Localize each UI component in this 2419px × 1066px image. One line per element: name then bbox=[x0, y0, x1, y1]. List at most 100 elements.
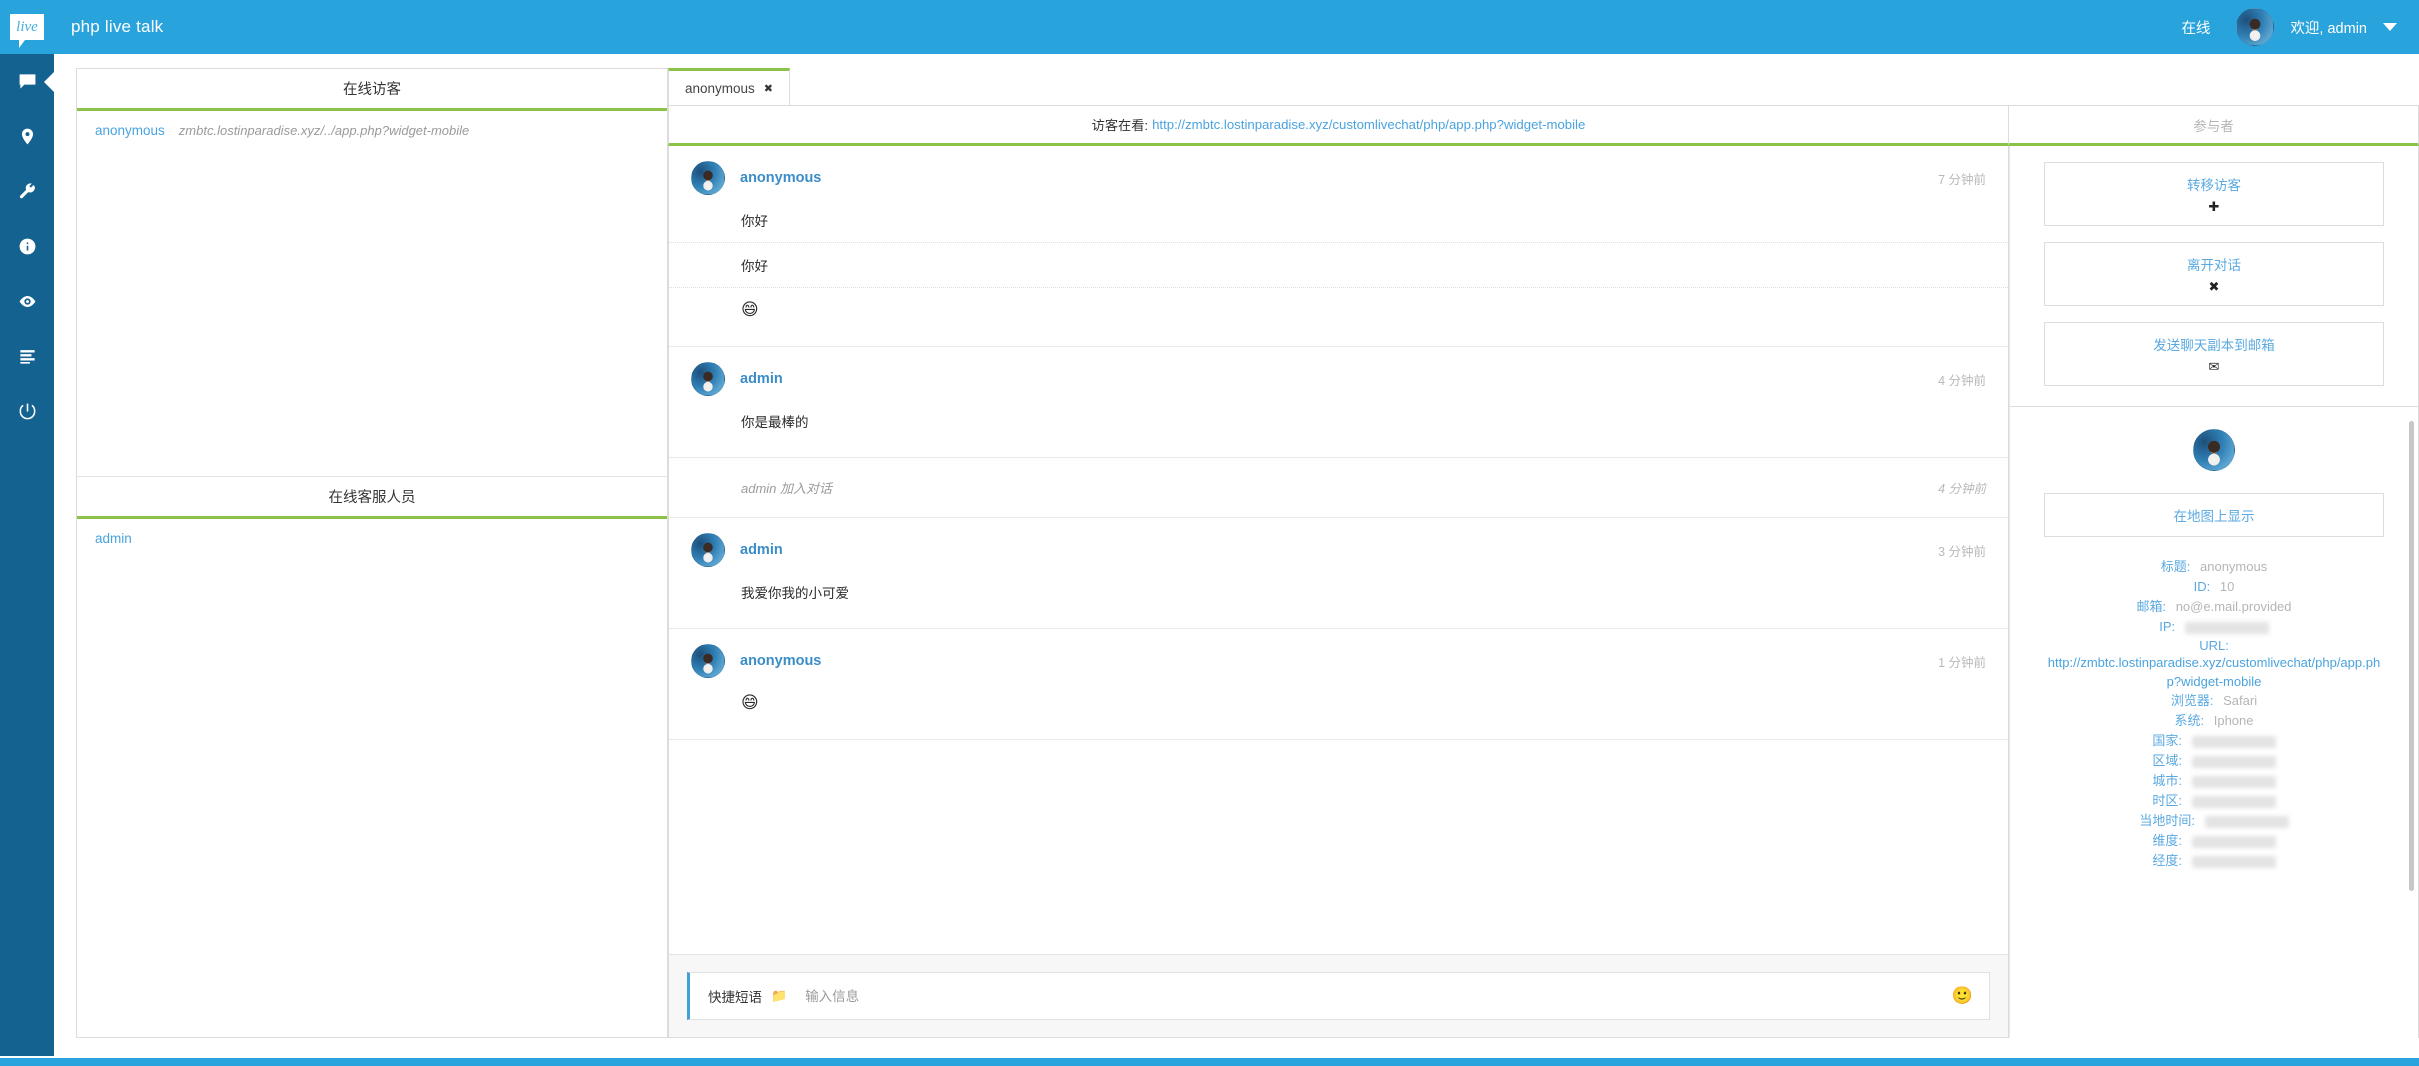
info-value-redacted bbox=[2192, 856, 2276, 868]
eye-icon bbox=[18, 292, 37, 311]
info-value-url[interactable]: http://zmbtc.lostinparadise.xyz/customli… bbox=[2044, 653, 2384, 691]
info-key: 维度: bbox=[2152, 833, 2182, 848]
info-value-redacted bbox=[2192, 736, 2276, 748]
visitor-name[interactable]: anonymous bbox=[95, 123, 165, 138]
online-operators-title: 在线客服人员 bbox=[77, 477, 667, 519]
message-list[interactable]: anonymous 7 分钟前 你好 你好 😄 admin 4 分钟前 你是最棒… bbox=[668, 146, 2009, 954]
chevron-down-icon[interactable] bbox=[2383, 23, 2397, 31]
chat-tab-strip: anonymous ✖ bbox=[668, 68, 2419, 106]
email-transcript-button[interactable]: 发送聊天副本到邮箱 ✉ bbox=[2044, 322, 2384, 386]
list-item[interactable]: anonymous zmbtc.lostinparadise.xyz/../ap… bbox=[77, 111, 667, 151]
online-operators-list: admin bbox=[77, 519, 667, 1037]
info-key: 经度: bbox=[2152, 853, 2182, 868]
info-key: 国家: bbox=[2152, 733, 2182, 748]
info-key: 区域: bbox=[2152, 753, 2182, 768]
info-value: Iphone bbox=[2214, 713, 2254, 728]
message-header: anonymous 1 分钟前 bbox=[669, 641, 2008, 681]
sidebar-item-chat[interactable] bbox=[0, 54, 54, 109]
quick-phrases-label[interactable]: 快捷短语 bbox=[708, 986, 762, 1006]
app-logo[interactable]: live bbox=[0, 0, 54, 54]
info-row-city: 城市: bbox=[2044, 771, 2384, 790]
sidebar-item-settings[interactable] bbox=[0, 164, 54, 219]
info-row-url: URL: http://zmbtc.lostinparadise.xyz/cus… bbox=[2044, 638, 2384, 691]
sidebar-item-reports[interactable] bbox=[0, 329, 54, 384]
info-row-os: 系统: Iphone bbox=[2044, 711, 2384, 730]
comment-icon bbox=[18, 72, 37, 91]
list-item[interactable]: admin bbox=[77, 519, 667, 558]
chat-area: anonymous ✖ 访客在看: http://zmbtc.lostinpar… bbox=[668, 68, 2419, 1038]
message-text: 你好 bbox=[669, 198, 2008, 242]
message-author[interactable]: anonymous bbox=[740, 170, 821, 186]
info-row-title: 标题: anonymous bbox=[2044, 557, 2384, 576]
message-text: 你是最棒的 bbox=[669, 399, 2008, 443]
info-value-redacted bbox=[2192, 836, 2276, 848]
online-visitors-list: anonymous zmbtc.lostinparadise.xyz/../ap… bbox=[77, 111, 667, 476]
message-text: 你好 bbox=[669, 242, 2008, 287]
tab-label: anonymous bbox=[685, 81, 755, 96]
avatar[interactable] bbox=[2236, 8, 2274, 46]
sidebar-item-information[interactable] bbox=[0, 219, 54, 274]
info-key: 城市: bbox=[2152, 773, 2182, 788]
chat-message: admin 4 分钟前 你是最棒的 bbox=[669, 347, 2008, 458]
message-author[interactable]: admin bbox=[740, 542, 783, 558]
info-row-country: 国家: bbox=[2044, 731, 2384, 750]
footer-strip bbox=[0, 1058, 2419, 1066]
message-header: admin 4 分钟前 bbox=[669, 359, 2008, 399]
close-icon[interactable]: ✖ bbox=[764, 82, 773, 95]
online-visitors-title: 在线访客 bbox=[77, 69, 667, 111]
page-title: php live talk bbox=[71, 17, 163, 37]
close-icon: ✖ bbox=[2051, 279, 2377, 295]
power-icon bbox=[18, 402, 37, 421]
message-emoji: 😄 bbox=[669, 287, 2008, 332]
message-timestamp: 4 分钟前 bbox=[1938, 478, 1986, 497]
message-author[interactable]: admin bbox=[740, 371, 783, 387]
leave-conversation-button[interactable]: 离开对话 ✖ bbox=[2044, 242, 2384, 306]
visitor-url: zmbtc.lostinparadise.xyz/../app.php?widg… bbox=[179, 123, 469, 138]
emoji-picker-icon[interactable]: 🙂 bbox=[1952, 986, 1973, 1006]
sidebar-rail bbox=[0, 54, 54, 1056]
info-row-email: 邮箱: no@e.mail.provided bbox=[2044, 597, 2384, 616]
visitor-watching-url[interactable]: http://zmbtc.lostinparadise.xyz/customli… bbox=[1152, 117, 1585, 132]
info-row-latitude: 维度: bbox=[2044, 831, 2384, 850]
info-key: 标题: bbox=[2161, 559, 2191, 574]
sidebar-item-monitor[interactable] bbox=[0, 274, 54, 329]
folder-icon[interactable]: 📁 bbox=[771, 988, 787, 1004]
message-input[interactable] bbox=[805, 989, 1940, 1004]
message-timestamp: 4 分钟前 bbox=[1938, 370, 1986, 389]
tab-anonymous[interactable]: anonymous ✖ bbox=[668, 68, 790, 106]
info-value: Safari bbox=[2223, 693, 2257, 708]
status-badge[interactable]: 在线 bbox=[2181, 17, 2210, 38]
welcome-label[interactable]: 欢迎, admin bbox=[2290, 17, 2367, 38]
chat-message: anonymous 1 分钟前 😄 bbox=[669, 629, 2008, 740]
transfer-visitor-button[interactable]: 转移访客 ✚ bbox=[2044, 162, 2384, 226]
conversation-actions: 转移访客 ✚ 离开对话 ✖ 发送聊天副本到邮箱 ✉ bbox=[2009, 146, 2419, 407]
logo-text: live bbox=[16, 19, 38, 36]
info-row-region: 区域: bbox=[2044, 751, 2384, 770]
left-panel: 在线访客 anonymous zmbtc.lostinparadise.xyz/… bbox=[76, 68, 668, 1038]
message-composer[interactable]: 快捷短语 📁 🙂 bbox=[687, 972, 1990, 1020]
info-value-redacted bbox=[2192, 776, 2276, 788]
info-row-timezone: 时区: bbox=[2044, 791, 2384, 810]
info-key: 当地时间: bbox=[2139, 813, 2195, 828]
avatar bbox=[2193, 429, 2235, 471]
visitor-watching-bar: 访客在看: http://zmbtc.lostinparadise.xyz/cu… bbox=[668, 106, 2009, 146]
chat-message: admin 3 分钟前 我爱你我的小可爱 bbox=[669, 518, 2008, 629]
sidebar-item-logout[interactable] bbox=[0, 384, 54, 439]
info-key: IP: bbox=[2159, 619, 2175, 634]
chat-message: anonymous 7 分钟前 你好 你好 😄 bbox=[669, 146, 2008, 347]
info-circle-icon bbox=[18, 237, 37, 256]
action-label: 转移访客 bbox=[2051, 174, 2377, 194]
show-on-map-button[interactable]: 在地图上显示 bbox=[2044, 493, 2384, 537]
info-key: URL: bbox=[2044, 638, 2384, 653]
composer-zone: 快捷短语 📁 🙂 bbox=[668, 954, 2009, 1038]
sidebar-item-visitors-map[interactable] bbox=[0, 109, 54, 164]
chat-body: 访客在看: http://zmbtc.lostinparadise.xyz/cu… bbox=[668, 106, 2419, 1038]
info-key: 时区: bbox=[2152, 793, 2182, 808]
action-label: 离开对话 bbox=[2051, 254, 2377, 274]
message-author[interactable]: anonymous bbox=[740, 653, 821, 669]
operator-name[interactable]: admin bbox=[95, 531, 132, 546]
info-row-browser: 浏览器: Safari bbox=[2044, 691, 2384, 710]
avatar bbox=[691, 161, 725, 195]
scrollbar[interactable] bbox=[2409, 421, 2414, 891]
info-value: anonymous bbox=[2200, 559, 2267, 574]
